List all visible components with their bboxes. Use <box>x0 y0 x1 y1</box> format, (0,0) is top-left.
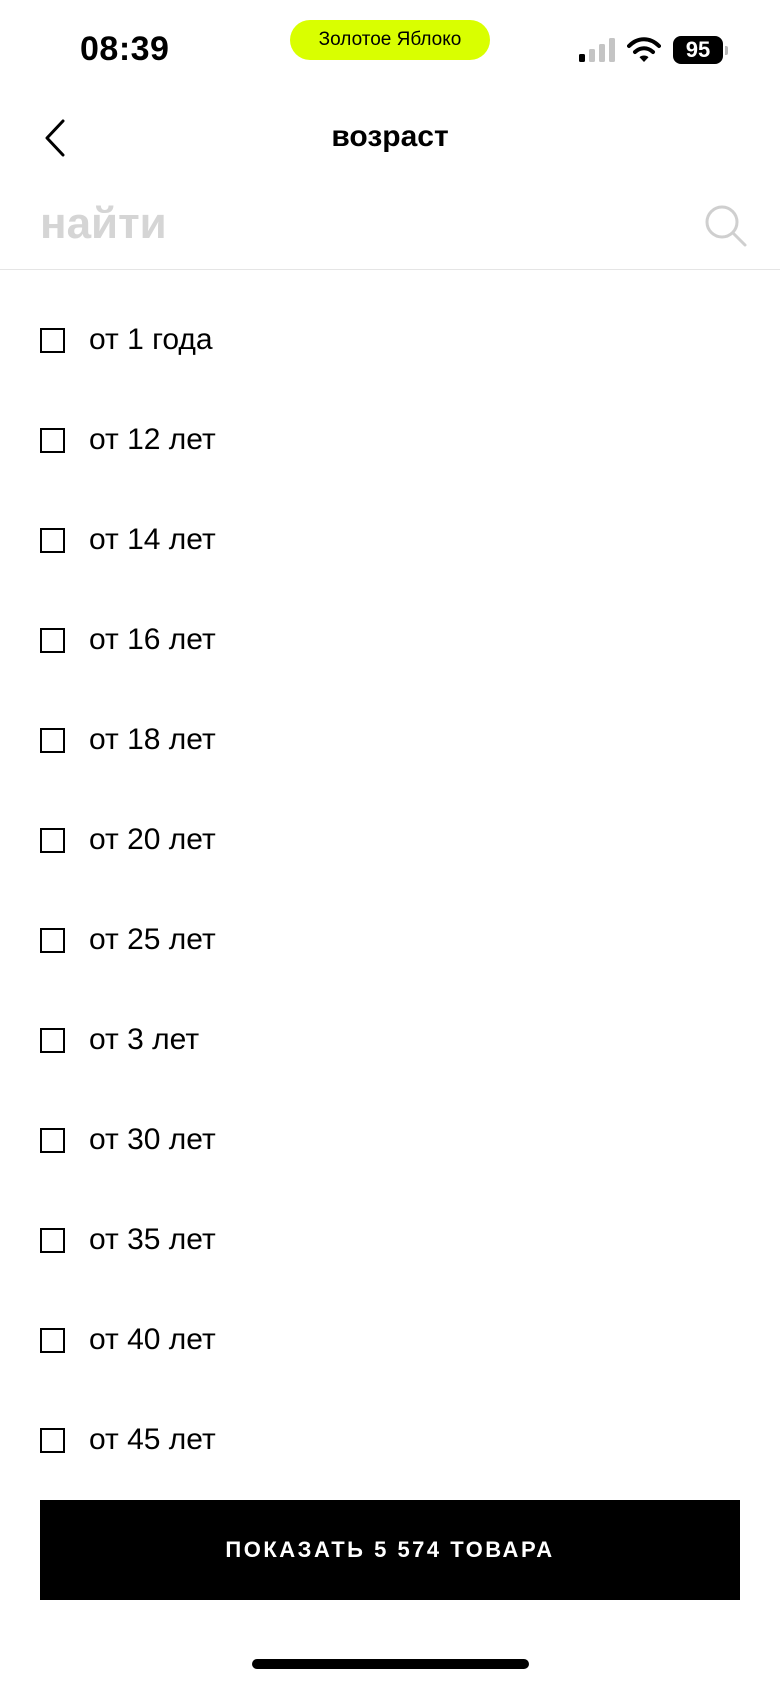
age-option-label: от 40 лет <box>89 1323 216 1356</box>
status-bar: 08:39 Золотое Яблоко 95 <box>0 0 780 100</box>
checkbox[interactable] <box>40 927 65 953</box>
checkbox[interactable] <box>40 1027 65 1053</box>
battery-level: 95 <box>673 36 723 64</box>
age-option-label: от 16 лет <box>89 623 216 656</box>
age-option[interactable]: от 16 лет <box>0 590 780 690</box>
age-option-label: от 20 лет <box>89 823 216 856</box>
age-option[interactable]: от 18 лет <box>0 690 780 790</box>
wifi-icon <box>627 37 661 62</box>
status-time: 08:39 <box>80 30 170 68</box>
battery-icon: 95 <box>673 36 728 64</box>
header: возраст <box>0 100 780 178</box>
age-option[interactable]: от 35 лет <box>0 1190 780 1290</box>
checkbox[interactable] <box>40 1127 65 1153</box>
checkbox[interactable] <box>40 827 65 853</box>
search-bar <box>0 182 780 270</box>
home-indicator[interactable] <box>252 1659 529 1669</box>
age-option[interactable]: от 1 года <box>0 290 780 390</box>
page-title: возраст <box>331 120 449 153</box>
age-option-label: от 14 лет <box>89 523 216 556</box>
age-option-label: от 45 лет <box>89 1423 216 1456</box>
checkbox[interactable] <box>40 327 65 353</box>
age-option[interactable]: от 30 лет <box>0 1090 780 1190</box>
age-options-list: от 1 года от 12 лет от 14 лет от 16 лет … <box>0 290 780 1490</box>
checkbox[interactable] <box>40 1227 65 1253</box>
checkbox[interactable] <box>40 527 65 553</box>
status-icons: 95 <box>579 36 728 64</box>
search-icon[interactable] <box>704 204 748 248</box>
checkbox[interactable] <box>40 727 65 753</box>
checkbox[interactable] <box>40 1327 65 1353</box>
age-option-label: от 30 лет <box>89 1123 216 1156</box>
cellular-signal-icon <box>579 38 615 62</box>
age-option-label: от 1 года <box>89 323 213 356</box>
age-option[interactable]: от 45 лет <box>0 1390 780 1490</box>
age-option[interactable]: от 25 лет <box>0 890 780 990</box>
app-name-pill[interactable]: Золотое Яблоко <box>290 20 490 60</box>
age-option[interactable]: от 20 лет <box>0 790 780 890</box>
checkbox[interactable] <box>40 427 65 453</box>
age-option-label: от 12 лет <box>89 423 216 456</box>
battery-cap <box>725 45 728 55</box>
checkbox[interactable] <box>40 627 65 653</box>
search-input[interactable] <box>40 196 680 252</box>
checkbox[interactable] <box>40 1427 65 1453</box>
age-option-label: от 25 лет <box>89 923 216 956</box>
age-option[interactable]: от 40 лет <box>0 1290 780 1390</box>
show-products-button[interactable]: ПОКАЗАТЬ 5 574 ТОВАРА <box>40 1500 740 1600</box>
age-option[interactable]: от 3 лет <box>0 990 780 1090</box>
age-option-label: от 35 лет <box>89 1223 216 1256</box>
age-option[interactable]: от 14 лет <box>0 490 780 590</box>
age-option[interactable]: от 12 лет <box>0 390 780 490</box>
age-option-label: от 18 лет <box>89 723 216 756</box>
age-option-label: от 3 лет <box>89 1023 200 1056</box>
